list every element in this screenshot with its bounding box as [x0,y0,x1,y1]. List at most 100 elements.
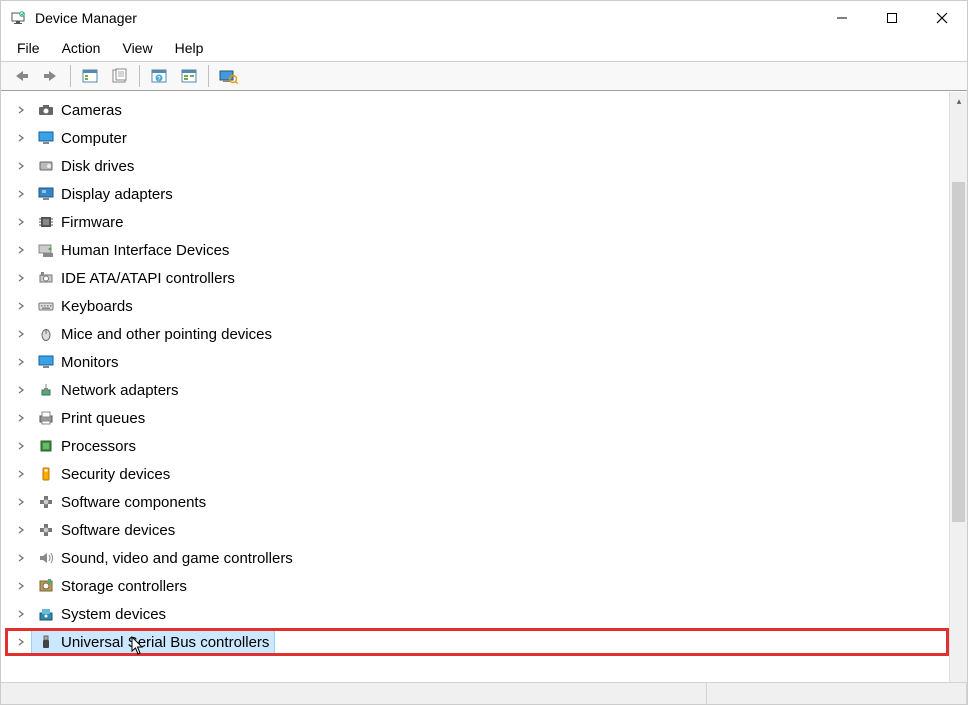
tree-item[interactable]: Sound, video and game controllers [5,544,949,572]
tree-item[interactable]: Human Interface Devices [5,236,949,264]
chevron-right-icon[interactable] [15,384,27,396]
tree-item[interactable]: Computer [5,124,949,152]
sw-icon [37,521,55,539]
tree-item[interactable]: System devices [5,600,949,628]
tree-item[interactable]: Security devices [5,460,949,488]
back-button[interactable] [7,63,35,89]
chevron-right-icon[interactable] [15,244,27,256]
chevron-right-icon[interactable] [15,188,27,200]
scroll-thumb[interactable] [952,182,965,522]
menu-help[interactable]: Help [165,37,214,59]
mouse-icon [37,325,55,343]
tree-item-label: Security devices [61,466,170,483]
toolbar-separator [139,65,140,87]
help-button[interactable]: ? [145,63,173,89]
chevron-right-icon[interactable] [15,356,27,368]
chevron-right-icon[interactable] [15,328,27,340]
toolbar: ? [1,61,967,91]
close-button[interactable] [917,1,967,35]
tree-item[interactable]: Processors [5,432,949,460]
monitor-icon [37,129,55,147]
tree-item[interactable]: Keyboards [5,292,949,320]
tree-item-label: Firmware [61,214,124,231]
network-icon [37,381,55,399]
tree-item[interactable]: Software devices [5,516,949,544]
printer-icon [37,409,55,427]
tree-item-label: Network adapters [61,382,179,399]
scan-hardware-button[interactable] [214,63,242,89]
system-icon [37,605,55,623]
device-tree[interactable]: Cameras Computer Disk drives Display adapte… [1,92,949,682]
chevron-right-icon[interactable] [15,412,27,424]
chevron-right-icon[interactable] [15,608,27,620]
properties-button[interactable] [106,63,134,89]
tree-item-label: Human Interface Devices [61,242,229,259]
action-panel-button[interactable] [175,63,203,89]
chevron-right-icon[interactable] [15,300,27,312]
status-cell [707,683,967,704]
chevron-right-icon[interactable] [15,468,27,480]
tree-item-label: IDE ATA/ATAPI controllers [61,270,235,287]
tree-item[interactable]: Network adapters [5,376,949,404]
sound-icon [37,549,55,567]
chevron-right-icon[interactable] [15,552,27,564]
tree-item-label: Sound, video and game controllers [61,550,293,567]
vertical-scrollbar[interactable]: ▴ [949,92,967,682]
forward-button[interactable] [37,63,65,89]
chevron-right-icon[interactable] [15,440,27,452]
tree-item-label: Storage controllers [61,578,187,595]
tree-item[interactable]: Display adapters [5,180,949,208]
tree-item-label: Monitors [61,354,119,371]
tree-item-label: Disk drives [61,158,134,175]
maximize-button[interactable] [867,1,917,35]
hid-icon [37,241,55,259]
ide-icon [37,269,55,287]
minimize-button[interactable] [817,1,867,35]
chevron-right-icon[interactable] [15,524,27,536]
tree-item[interactable]: IDE ATA/ATAPI controllers [5,264,949,292]
content-area: Cameras Computer Disk drives Display adapte… [1,91,967,682]
tree-item-label: Display adapters [61,186,173,203]
chevron-right-icon[interactable] [15,580,27,592]
chevron-right-icon[interactable] [15,496,27,508]
camera-icon [37,101,55,119]
toolbar-separator [70,65,71,87]
monitor-icon [37,353,55,371]
tree-item-label: Mice and other pointing devices [61,326,272,343]
storage-icon [37,577,55,595]
tree-item[interactable]: Print queues [5,404,949,432]
menu-action[interactable]: Action [52,37,111,59]
chevron-right-icon[interactable] [15,160,27,172]
tree-item[interactable]: Monitors [5,348,949,376]
toolbar-separator [208,65,209,87]
sw-icon [37,493,55,511]
tree-item[interactable]: Mice and other pointing devices [5,320,949,348]
window-title: Device Manager [35,10,137,26]
tree-item[interactable]: Disk drives [5,152,949,180]
chevron-right-icon[interactable] [15,104,27,116]
tree-item[interactable]: Cameras [5,96,949,124]
menu-view[interactable]: View [112,37,162,59]
show-hidden-button[interactable] [76,63,104,89]
tree-item[interactable]: Firmware [5,208,949,236]
menubar: File Action View Help [1,35,967,61]
tree-item-label: Computer [61,130,127,147]
tree-item[interactable]: Software components [5,488,949,516]
tree-item-label: Universal Serial Bus controllers [61,634,269,651]
tree-item-label: Cameras [61,102,122,119]
tree-item-label: Software components [61,494,206,511]
chip-icon [37,213,55,231]
chevron-right-icon[interactable] [15,272,27,284]
chevron-right-icon[interactable] [15,216,27,228]
menu-file[interactable]: File [7,37,50,59]
chevron-right-icon[interactable] [15,132,27,144]
tree-item-label: Keyboards [61,298,133,315]
scroll-up-arrow[interactable]: ▴ [950,92,968,110]
tree-item[interactable]: Storage controllers [5,572,949,600]
keyboard-icon [37,297,55,315]
tree-item[interactable]: Universal Serial Bus controllers [5,628,949,656]
svg-text:?: ? [157,77,161,83]
chevron-right-icon[interactable] [15,636,27,648]
titlebar: Device Manager [1,1,967,35]
status-cell [1,683,707,704]
